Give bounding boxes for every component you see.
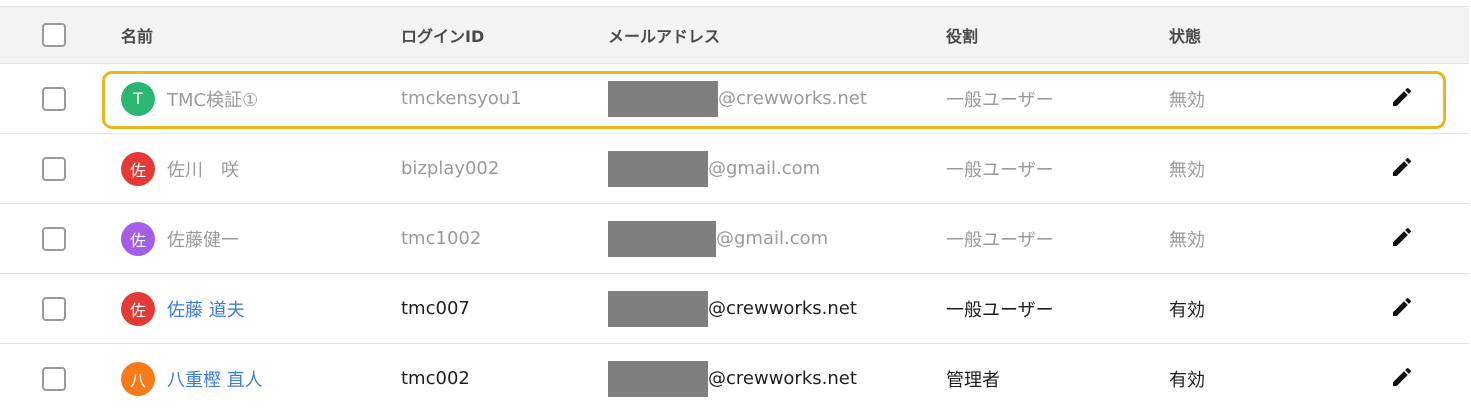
name-cell: T TMC検証① [121,64,258,133]
header-status[interactable]: 状態 [1169,7,1201,63]
select-all-cell [42,7,66,63]
status: 有効 [1169,369,1205,391]
user-name: 佐川 咲 [167,159,239,181]
row-check-cell [42,344,66,410]
name-cell: 八 八重樫 直人 [121,344,263,410]
pencil-icon[interactable] [1390,295,1414,323]
table-row: 佐 佐藤健一 tmc1002 @gmail.com 一般ユーザー 無効 [0,204,1469,274]
user-name[interactable]: 八重樫 直人 [167,366,263,392]
login-id-cell: bizplay002 [401,134,499,203]
role: 一般ユーザー [946,159,1054,181]
login-id-cell: tmckensyou1 [401,64,522,133]
table-row: T TMC検証① tmckensyou1 @crewworks.net 一般ユー… [0,64,1469,134]
email-cell: @crewworks.net [608,64,867,133]
redacted-email-local [608,360,708,397]
avatar: 佐 [121,221,155,256]
email-domain: @gmail.com [716,228,829,249]
edit-cell [1390,134,1414,203]
avatar-initial: T [133,89,143,108]
header-name[interactable]: 名前 [121,7,153,63]
user-name[interactable]: 佐藤 道夫 [167,296,245,322]
role: 一般ユーザー [946,89,1054,111]
avatar: 佐 [121,151,155,186]
row-checkbox[interactable] [42,366,66,391]
header-login-id[interactable]: ログインID [401,7,484,63]
select-all-checkbox[interactable] [42,23,66,47]
row-check-cell [42,204,66,273]
login-id-cell: tmc1002 [401,204,481,273]
name-cell: 佐 佐藤 道夫 [121,274,245,343]
email-domain: @crewworks.net [718,88,867,109]
avatar: 八 [121,361,155,396]
status-cell: 無効 [1169,204,1205,273]
role-cell: 一般ユーザー [946,204,1054,273]
user-name: 佐藤健一 [167,229,239,251]
status: 有効 [1169,299,1205,321]
status-cell: 無効 [1169,64,1205,133]
email-cell: @gmail.com [608,134,820,203]
pencil-icon[interactable] [1390,365,1414,393]
avatar-initial: 佐 [129,160,146,180]
redacted-email-local [608,150,708,187]
avatar-initial: 佐 [129,230,146,250]
login-id: tmc1002 [401,228,482,249]
table-header: 名前 ログインID メールアドレス 役割 状態 [0,6,1469,64]
avatar-initial: 佐 [129,300,146,320]
table-row: 佐 佐川 咲 bizplay002 @gmail.com 一般ユーザー 無効 [0,134,1469,204]
role-cell: 一般ユーザー [946,64,1054,133]
user-name: TMC検証① [167,89,259,111]
avatar-initial: 八 [129,370,146,390]
status: 無効 [1169,159,1205,181]
login-id: bizplay002 [401,158,500,179]
row-checkbox[interactable] [42,86,66,111]
pencil-icon[interactable] [1390,155,1414,183]
role: 管理者 [946,369,1000,391]
header-email[interactable]: メールアドレス [608,7,720,63]
login-id-cell: tmc007 [401,274,470,343]
email-cell: @gmail.com [608,204,828,273]
status: 無効 [1169,89,1205,111]
status-cell: 無効 [1169,134,1205,203]
row-checkbox[interactable] [42,226,66,251]
avatar: 佐 [121,291,155,326]
login-id: tmc007 [401,298,470,319]
status-cell: 有効 [1169,274,1205,343]
name-cell: 佐 佐藤健一 [121,204,239,273]
pencil-icon[interactable] [1390,85,1414,113]
email-domain: @crewworks.net [708,298,857,319]
redacted-email-local [608,290,708,327]
login-id-cell: tmc002 [401,344,470,410]
user-table: 名前 ログインID メールアドレス 役割 状態 T TMC検証① tmckens… [0,0,1471,410]
role-cell: 一般ユーザー [946,134,1054,203]
role: 一般ユーザー [946,229,1054,251]
row-check-cell [42,64,66,133]
header-role[interactable]: 役割 [946,7,978,63]
redacted-email-local [608,220,716,257]
role: 一般ユーザー [946,299,1054,321]
email-cell: @crewworks.net [608,344,857,410]
name-cell: 佐 佐川 咲 [121,134,239,203]
login-id: tmc002 [401,368,470,389]
avatar: T [121,81,155,116]
status-cell: 有効 [1169,344,1205,410]
row-checkbox[interactable] [42,296,66,321]
row-checkbox[interactable] [42,156,66,181]
role-cell: 管理者 [946,344,1000,410]
table-row: 佐 佐藤 道夫 tmc007 @crewworks.net 一般ユーザー 有効 [0,274,1469,344]
status: 無効 [1169,229,1205,251]
table-row: 八 八重樫 直人 tmc002 @crewworks.net 管理者 有効 [0,344,1469,410]
email-cell: @crewworks.net [608,274,857,343]
redacted-email-local [608,80,718,117]
edit-cell [1390,204,1414,273]
edit-cell [1390,274,1414,343]
role-cell: 一般ユーザー [946,274,1054,343]
edit-cell [1390,344,1414,410]
row-check-cell [42,134,66,203]
edit-cell [1390,64,1414,133]
email-domain: @gmail.com [708,158,821,179]
row-check-cell [42,274,66,343]
email-domain: @crewworks.net [708,368,857,389]
login-id: tmckensyou1 [401,88,522,109]
pencil-icon[interactable] [1390,225,1414,253]
